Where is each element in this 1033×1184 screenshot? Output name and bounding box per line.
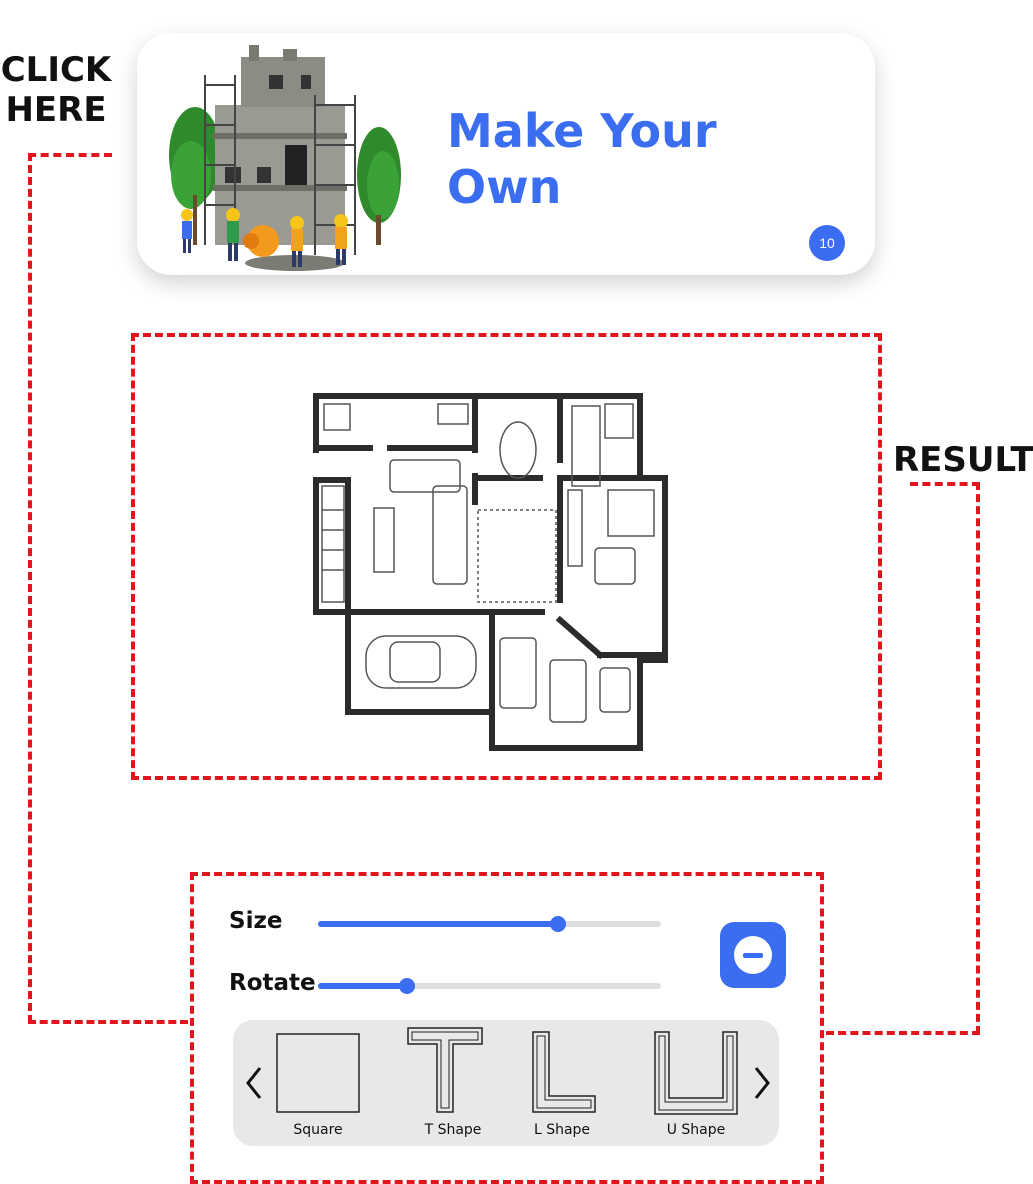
shape-label-l: L Shape (533, 1122, 591, 1138)
connector-right-top (910, 482, 980, 486)
card-title: Make Your Own (447, 104, 717, 214)
t-shape-icon (407, 1027, 483, 1113)
construction-illustration (169, 45, 401, 271)
result-label: RESULT (893, 440, 1033, 480)
connector-left-bottom (28, 1020, 188, 1024)
floor-plan-result (313, 393, 668, 751)
click-here-label: CLICK HERE (0, 50, 112, 130)
square-shape-icon (276, 1033, 360, 1113)
click-here-line2: HERE (5, 90, 107, 130)
remove-button[interactable] (720, 922, 786, 988)
size-slider[interactable] (318, 916, 661, 932)
u-shape-icon (654, 1031, 738, 1115)
size-slider-fill (318, 921, 559, 927)
size-slider-handle[interactable] (550, 916, 567, 932)
card-count-badge: 10 (809, 225, 845, 261)
connector-right-vertical (976, 482, 980, 1034)
make-your-own-card[interactable]: Make Your Own 10 (137, 33, 875, 275)
connector-left-vertical (28, 153, 32, 1023)
size-label: Size (229, 908, 283, 934)
shape-label-u: U Shape (666, 1122, 726, 1138)
l-shape-icon (532, 1031, 596, 1113)
connector-right-bottom (826, 1031, 980, 1035)
minus-circle-icon (734, 936, 772, 974)
shape-option-l[interactable]: L Shape (507, 1026, 617, 1144)
rotate-label: Rotate (229, 970, 316, 996)
shape-picker: Square T Shape L Shape U Shape (233, 1020, 779, 1146)
shape-label-square: Square (293, 1122, 343, 1138)
click-here-line1: CLICK (0, 50, 112, 90)
shape-option-square[interactable]: Square (263, 1026, 373, 1144)
chevron-right-icon[interactable] (747, 1058, 777, 1108)
connector-left-top (28, 153, 112, 157)
shape-label-t: T Shape (424, 1122, 482, 1138)
rotate-slider-fill (318, 983, 408, 989)
shape-option-u[interactable]: U Shape (641, 1026, 751, 1144)
rotate-slider[interactable] (318, 978, 661, 994)
shape-option-t[interactable]: T Shape (398, 1026, 508, 1144)
